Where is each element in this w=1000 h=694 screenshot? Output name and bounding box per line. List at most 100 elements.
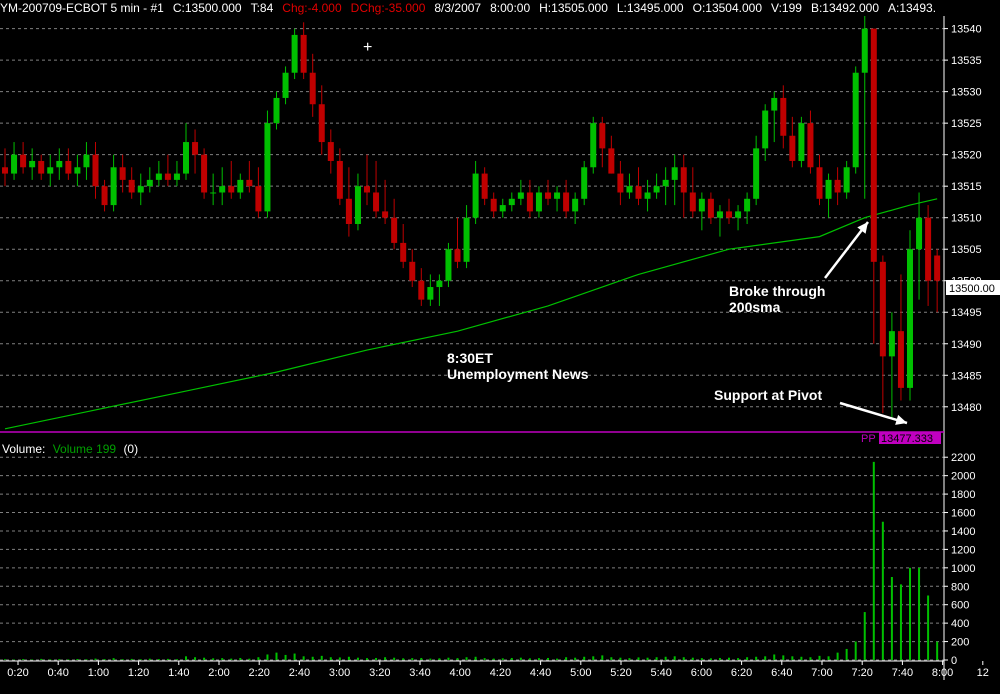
candle-body bbox=[698, 198, 705, 212]
time-tick-label: 7:40 bbox=[892, 667, 913, 679]
header-ticks: T:84 bbox=[250, 1, 274, 15]
candle bbox=[644, 179, 651, 212]
news-annotation: 8:30ET Unemployment News bbox=[447, 350, 589, 382]
header-high: H:13505.000 bbox=[539, 1, 608, 15]
candle bbox=[83, 142, 90, 180]
sma-annotation-line1: Broke through bbox=[729, 283, 826, 299]
candle-body bbox=[726, 211, 732, 218]
header-volume: V:199 bbox=[771, 1, 802, 15]
candle-body bbox=[2, 167, 8, 174]
candle-body bbox=[273, 97, 280, 124]
candle-body bbox=[418, 280, 425, 300]
candle bbox=[581, 160, 588, 206]
candle-body bbox=[735, 211, 742, 218]
time-tick-label: 3:00 bbox=[329, 667, 350, 679]
candle-body bbox=[300, 34, 307, 73]
candle bbox=[336, 148, 343, 206]
candle bbox=[309, 53, 316, 117]
candle-body bbox=[554, 192, 561, 199]
candle bbox=[354, 173, 361, 231]
candle-body bbox=[490, 198, 497, 212]
time-tick-label: 6:00 bbox=[691, 667, 712, 679]
header-time: 8:00:00 bbox=[490, 1, 531, 15]
candle-body bbox=[789, 135, 796, 161]
candle-body bbox=[318, 104, 325, 143]
candle bbox=[626, 173, 633, 199]
candle bbox=[463, 205, 470, 269]
news-annotation-line1: 8:30ET bbox=[447, 350, 493, 366]
candle bbox=[563, 179, 570, 218]
candle bbox=[771, 91, 778, 143]
candle-body bbox=[481, 173, 488, 199]
candle-body bbox=[608, 148, 615, 174]
candle-body bbox=[463, 217, 470, 262]
candle bbox=[535, 186, 542, 218]
time-tick-label: 0:20 bbox=[7, 667, 28, 679]
candle bbox=[192, 129, 199, 174]
candle-body bbox=[119, 167, 126, 180]
candle bbox=[382, 179, 389, 224]
pivot-annotation: Support at Pivot bbox=[714, 387, 823, 403]
candle bbox=[65, 148, 72, 180]
time-tick-label: 12 bbox=[977, 667, 989, 679]
candle-body bbox=[454, 249, 461, 262]
candle-body bbox=[680, 167, 687, 193]
news-annotation-line2: Unemployment News bbox=[447, 366, 589, 382]
time-tick-label: 3:40 bbox=[409, 667, 430, 679]
candle-body bbox=[843, 167, 850, 193]
candle-body bbox=[56, 160, 63, 168]
time-tick-label: 5:20 bbox=[610, 667, 631, 679]
time-tick-label: 1:40 bbox=[168, 667, 189, 679]
candle bbox=[816, 154, 823, 206]
candle bbox=[834, 167, 841, 206]
candle-body bbox=[128, 179, 135, 193]
chart-canvas: 1348013485134901349513500135051351013515… bbox=[0, 16, 1000, 680]
volume-tick-label: 2200 bbox=[951, 452, 975, 464]
candle bbox=[925, 205, 932, 306]
candle bbox=[508, 192, 515, 212]
header-date: 8/3/2007 bbox=[434, 1, 482, 15]
candle-body bbox=[716, 211, 723, 218]
time-tick-label: 8:00 bbox=[932, 667, 953, 679]
price-tick-label: 13495 bbox=[951, 307, 982, 319]
candle-body bbox=[210, 192, 217, 194]
candle bbox=[852, 66, 859, 174]
candle-body bbox=[472, 173, 479, 218]
volume-bars bbox=[4, 461, 939, 660]
time-tick-label: 5:40 bbox=[650, 667, 671, 679]
volume-tick-label: 1000 bbox=[951, 563, 975, 575]
candle bbox=[481, 167, 488, 206]
candle-body bbox=[400, 242, 407, 262]
candle bbox=[427, 274, 434, 306]
candle bbox=[671, 154, 678, 206]
header-change: Chg:-4.000 bbox=[282, 1, 342, 15]
candle bbox=[707, 192, 714, 224]
candle bbox=[219, 167, 226, 206]
candle bbox=[888, 312, 895, 420]
candle-body bbox=[888, 331, 895, 357]
candle bbox=[490, 192, 497, 218]
candle bbox=[146, 167, 153, 193]
candle bbox=[364, 154, 370, 206]
candle bbox=[400, 224, 407, 269]
candle-body bbox=[581, 167, 588, 199]
candle-body bbox=[155, 173, 162, 180]
pivot-arrow-icon bbox=[839, 401, 908, 425]
time-tick-label: 1:00 bbox=[88, 667, 109, 679]
time-tick-label: 3:20 bbox=[369, 667, 390, 679]
candle-body bbox=[327, 142, 334, 161]
candle-body bbox=[771, 97, 778, 111]
time-tick-label: 6:20 bbox=[731, 667, 752, 679]
price-tick-label: 13485 bbox=[951, 370, 982, 382]
candle bbox=[680, 154, 687, 218]
time-tick-label: 2:40 bbox=[289, 667, 310, 679]
header-close: C:13500.000 bbox=[172, 1, 242, 15]
candle-body bbox=[707, 198, 714, 218]
price-tick-label: 13515 bbox=[951, 181, 982, 193]
candle bbox=[282, 66, 289, 105]
candle bbox=[20, 142, 27, 174]
candle bbox=[173, 160, 180, 187]
candle bbox=[418, 268, 425, 306]
candle-body bbox=[526, 192, 533, 212]
candle-body bbox=[65, 160, 72, 174]
